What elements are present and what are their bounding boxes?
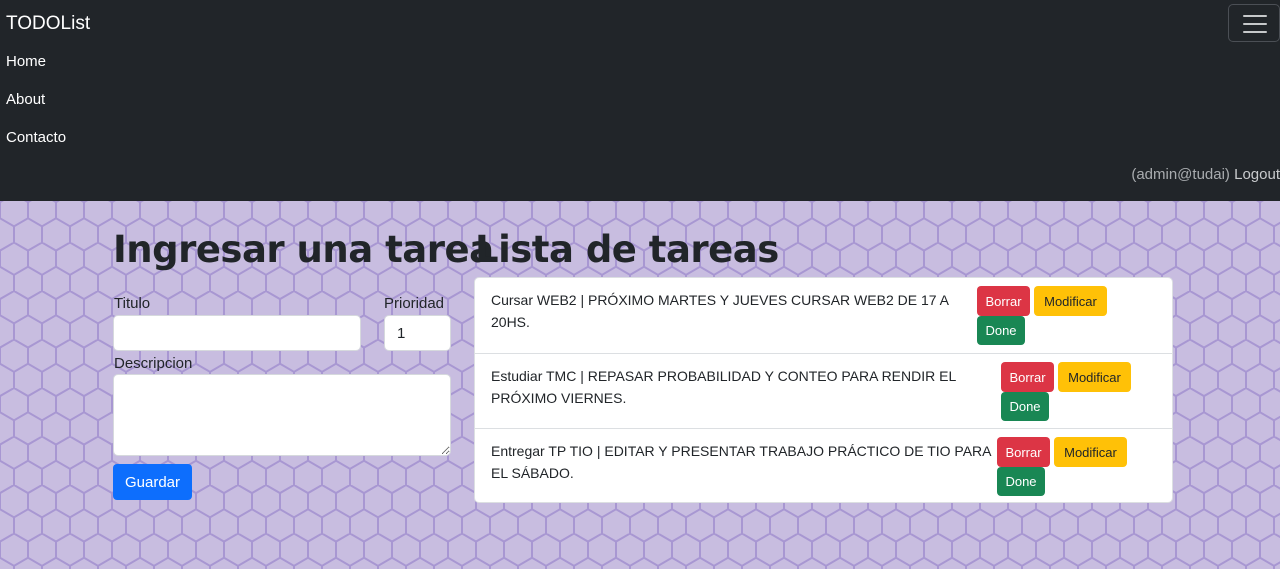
nav-link-about[interactable]: About	[6, 91, 45, 108]
navbar: TODOList Home About Contacto (admin@tuda…	[0, 0, 1280, 201]
titulo-label: Titulo	[114, 295, 151, 312]
task-text-line: PRÓXIMO VIERNES.	[491, 390, 627, 406]
descripcion-label: Descripcion	[114, 355, 193, 372]
form-title: Ingresar una tarea	[113, 228, 494, 271]
navbar-brand[interactable]: TODOList	[6, 13, 90, 35]
navbar-toggler-button[interactable]	[1228, 4, 1280, 42]
task-item: Estudiar TMC | REPASAR PROBABILIDAD Y CO…	[475, 353, 1172, 428]
task-text: Cursar WEB2 | PRÓXIMO MARTES Y JUEVES CU…	[491, 289, 949, 333]
borrar-button[interactable]: Borrar	[977, 286, 1030, 316]
user-info: (admin@tudai) Logout	[1131, 166, 1280, 183]
task-item: Cursar WEB2 | PRÓXIMO MARTES Y JUEVES CU…	[475, 278, 1172, 353]
task-list: Cursar WEB2 | PRÓXIMO MARTES Y JUEVES CU…	[474, 277, 1173, 503]
task-text-line: Entregar TP TIO | EDITAR Y PRESENTAR TRA…	[491, 443, 992, 459]
borrar-button[interactable]: Borrar	[1001, 362, 1054, 392]
nav-link-home[interactable]: Home	[6, 53, 46, 70]
logout-link[interactable]: Logout	[1234, 166, 1280, 183]
task-text-line: EL SÁBADO.	[491, 465, 574, 481]
done-button[interactable]: Done	[1001, 392, 1049, 421]
task-item: Entregar TP TIO | EDITAR Y PRESENTAR TRA…	[475, 428, 1172, 503]
task-list-title: Lista de tareas	[475, 228, 779, 271]
nav-link-contacto[interactable]: Contacto	[6, 129, 66, 146]
titulo-input[interactable]	[113, 315, 361, 351]
descripcion-textarea[interactable]	[113, 374, 451, 456]
task-text-line: 20HS.	[491, 314, 530, 330]
user-email: (admin@tudai)	[1131, 166, 1230, 183]
hamburger-menu-icon	[1243, 15, 1267, 33]
task-text: Estudiar TMC | REPASAR PROBABILIDAD Y CO…	[491, 365, 956, 409]
modificar-button[interactable]: Modificar	[1054, 437, 1127, 467]
done-button[interactable]: Done	[997, 467, 1045, 496]
task-text: Entregar TP TIO | EDITAR Y PRESENTAR TRA…	[491, 440, 992, 484]
done-button[interactable]: Done	[977, 316, 1025, 345]
borrar-button[interactable]: Borrar	[997, 437, 1050, 467]
modificar-button[interactable]: Modificar	[1058, 362, 1131, 392]
task-text-line: Cursar WEB2 | PRÓXIMO MARTES Y JUEVES CU…	[491, 292, 949, 308]
modificar-button[interactable]: Modificar	[1034, 286, 1107, 316]
prioridad-input[interactable]	[384, 315, 451, 351]
task-text-line: Estudiar TMC | REPASAR PROBABILIDAD Y CO…	[491, 368, 957, 384]
guardar-button[interactable]: Guardar	[113, 464, 192, 500]
prioridad-label: Prioridad	[384, 295, 445, 312]
